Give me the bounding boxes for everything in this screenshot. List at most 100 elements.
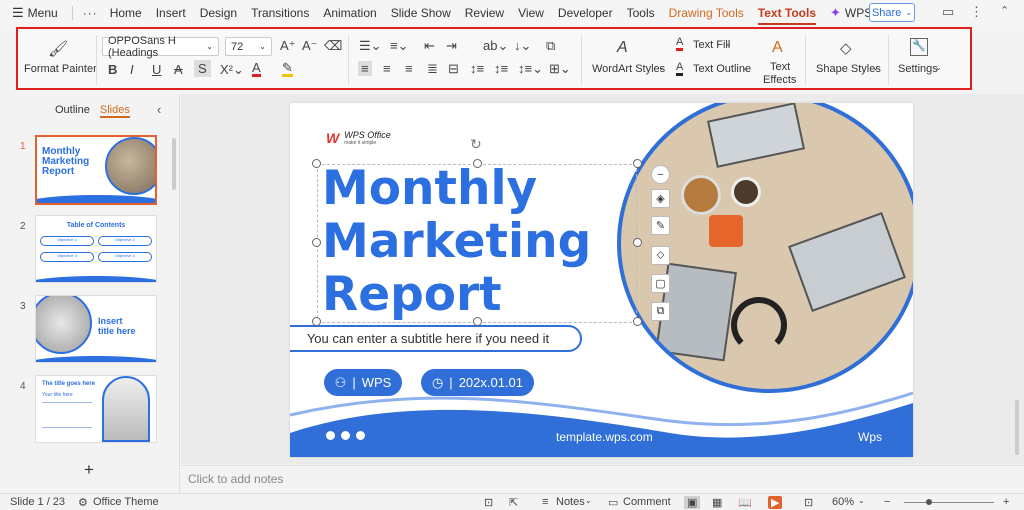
- tab-slide-show[interactable]: Slide Show: [391, 6, 451, 20]
- tab-tools[interactable]: Tools: [627, 6, 655, 20]
- slide-thumbnail-1[interactable]: Monthly Marketing Report: [35, 135, 157, 205]
- comment-button[interactable]: Comment: [623, 496, 671, 508]
- settings-button[interactable]: Settings: [898, 63, 938, 75]
- author-pill[interactable]: ⚇ | WPS: [324, 369, 402, 396]
- zoom-out-tool[interactable]: −: [651, 165, 670, 184]
- wordart-icon[interactable]: A: [617, 39, 628, 57]
- font-size-dropdown[interactable]: 72 ⌄: [225, 37, 272, 56]
- zoom-in-icon[interactable]: +: [1003, 496, 1009, 508]
- tab-text-tools[interactable]: Text Tools: [757, 6, 817, 25]
- increase-font-icon[interactable]: A⁺: [280, 38, 296, 54]
- fill-bucket-icon[interactable]: ⬦: [651, 246, 670, 265]
- rotate-handle-icon[interactable]: ↻: [470, 136, 482, 153]
- text-direction-icon[interactable]: ab⌄: [483, 38, 508, 54]
- subtitle-textbox[interactable]: You can enter a subtitle here if you nee…: [290, 325, 582, 352]
- panel-scrollbar[interactable]: [172, 138, 176, 190]
- theme-name[interactable]: Office Theme: [93, 496, 159, 508]
- resize-handle[interactable]: [312, 317, 321, 326]
- export-icon[interactable]: ⇱: [509, 496, 518, 509]
- tab-home[interactable]: Home: [110, 6, 142, 20]
- shape-styles-icon[interactable]: ◇: [840, 39, 852, 57]
- resize-handle[interactable]: [633, 238, 642, 247]
- slide-thumbnail-4[interactable]: The title goes here Your title here: [35, 375, 157, 443]
- canvas-scrollbar[interactable]: [1015, 400, 1019, 455]
- fit-window-icon[interactable]: ⊡: [804, 496, 813, 509]
- collapse-ribbon-icon[interactable]: ⌃: [1000, 4, 1009, 17]
- text-outline-icon[interactable]: A: [676, 62, 684, 76]
- tab-slides[interactable]: Slides: [99, 104, 130, 118]
- resize-handle[interactable]: [633, 317, 642, 326]
- tab-review[interactable]: Review: [465, 6, 504, 20]
- text-frame-icon[interactable]: ⧉: [651, 302, 670, 321]
- share-button[interactable]: Share ⌄: [869, 3, 915, 22]
- format-painter-label[interactable]: Format Painter: [24, 63, 97, 75]
- resize-handle[interactable]: [473, 317, 482, 326]
- paragraph-spacing-icon[interactable]: ↕≡: [494, 61, 508, 76]
- text-box-align-icon[interactable]: ⊞⌄: [549, 61, 571, 77]
- tab-outline[interactable]: Outline: [55, 104, 90, 118]
- notes-icon[interactable]: ≡: [542, 496, 548, 508]
- tab-developer[interactable]: Developer: [558, 6, 613, 20]
- date-pill[interactable]: ◷ | 202x.01.01: [421, 369, 534, 396]
- shadow-text-icon[interactable]: S: [194, 60, 211, 77]
- bold-icon[interactable]: B: [108, 62, 117, 77]
- notes-button[interactable]: Notes: [556, 496, 585, 508]
- zoom-level[interactable]: 60%: [832, 496, 854, 508]
- bullets-icon[interactable]: ☰⌄: [359, 38, 382, 54]
- resize-handle[interactable]: [633, 159, 642, 168]
- font-name-dropdown[interactable]: OPPOSans H (Headings ⌄: [102, 35, 219, 59]
- layers-icon[interactable]: ◈: [651, 189, 670, 208]
- title-textbox[interactable]: Monthly Marketing Report: [317, 162, 637, 323]
- highlight-icon[interactable]: ✎: [282, 61, 293, 77]
- underline-icon[interactable]: U: [152, 62, 161, 77]
- align-left-icon[interactable]: ≡: [358, 61, 372, 76]
- decrease-indent-icon[interactable]: ⇤: [424, 38, 435, 54]
- settings-icon[interactable]: 🔧: [910, 38, 928, 56]
- spacing-dropdown-icon[interactable]: ↕≡⌄: [518, 61, 543, 77]
- add-slide-icon[interactable]: +: [84, 460, 94, 480]
- distribute-icon[interactable]: ⊟: [448, 61, 459, 77]
- wordart-styles-button[interactable]: WordArt Styles: [592, 63, 665, 75]
- decrease-font-icon[interactable]: A⁻: [302, 38, 318, 54]
- font-color-icon[interactable]: A: [252, 61, 261, 77]
- tab-drawing-tools[interactable]: Drawing Tools: [669, 6, 744, 20]
- tab-transitions[interactable]: Transitions: [251, 6, 309, 20]
- italic-icon[interactable]: I: [130, 62, 134, 77]
- comment-icon[interactable]: ▭: [942, 4, 954, 20]
- align-center-icon[interactable]: ≡: [383, 61, 391, 76]
- page-title[interactable]: Monthly Marketing Report: [322, 162, 591, 321]
- more-icon[interactable]: ···: [83, 6, 98, 20]
- comment-status-icon[interactable]: ▭: [608, 496, 618, 509]
- slide-thumbnail-3[interactable]: Insert title here: [35, 295, 157, 363]
- superscript-icon[interactable]: X²⌄: [220, 62, 244, 78]
- frame-icon[interactable]: ▢: [651, 274, 670, 293]
- resize-handle[interactable]: [473, 159, 482, 168]
- text-effects-button-line1[interactable]: Text: [770, 61, 790, 73]
- text-fill-icon[interactable]: A: [676, 37, 684, 51]
- reading-view-icon[interactable]: 📖: [738, 496, 752, 509]
- more-options-icon[interactable]: ⋮: [970, 4, 983, 20]
- save-icon[interactable]: ⊡: [484, 496, 493, 509]
- line-spacing-icon[interactable]: ↕≡: [470, 61, 484, 76]
- collapse-panel-icon[interactable]: ‹: [157, 102, 161, 117]
- sort-icon[interactable]: ↓⌄: [514, 38, 531, 54]
- play-icon[interactable]: ▶: [768, 496, 783, 509]
- text-effects-icon[interactable]: A: [772, 39, 783, 57]
- convert-text-icon[interactable]: ⧉: [546, 38, 555, 54]
- tab-view[interactable]: View: [518, 6, 544, 20]
- zoom-out-icon[interactable]: −: [884, 496, 890, 508]
- zoom-slider-thumb[interactable]: [926, 499, 932, 505]
- align-right-icon[interactable]: ≡: [405, 61, 413, 76]
- strikethrough-icon[interactable]: A: [174, 62, 183, 77]
- slide-canvas[interactable]: W WPS Office make it simple Monthly Mark…: [290, 103, 913, 457]
- tab-design[interactable]: Design: [200, 6, 237, 20]
- slide-sorter-icon[interactable]: ▦: [712, 496, 722, 509]
- tab-animation[interactable]: Animation: [323, 6, 376, 20]
- menu-button[interactable]: ☰ Menu: [12, 5, 58, 21]
- resize-handle[interactable]: [312, 238, 321, 247]
- format-painter-icon[interactable]: 🖌: [48, 39, 68, 59]
- slide-thumbnail-2[interactable]: Table of Contents Objective 1 Objective …: [35, 215, 157, 283]
- edit-pen-icon[interactable]: ✎: [651, 216, 670, 235]
- numbering-icon[interactable]: ≡⌄: [390, 38, 408, 54]
- tab-insert[interactable]: Insert: [156, 6, 186, 20]
